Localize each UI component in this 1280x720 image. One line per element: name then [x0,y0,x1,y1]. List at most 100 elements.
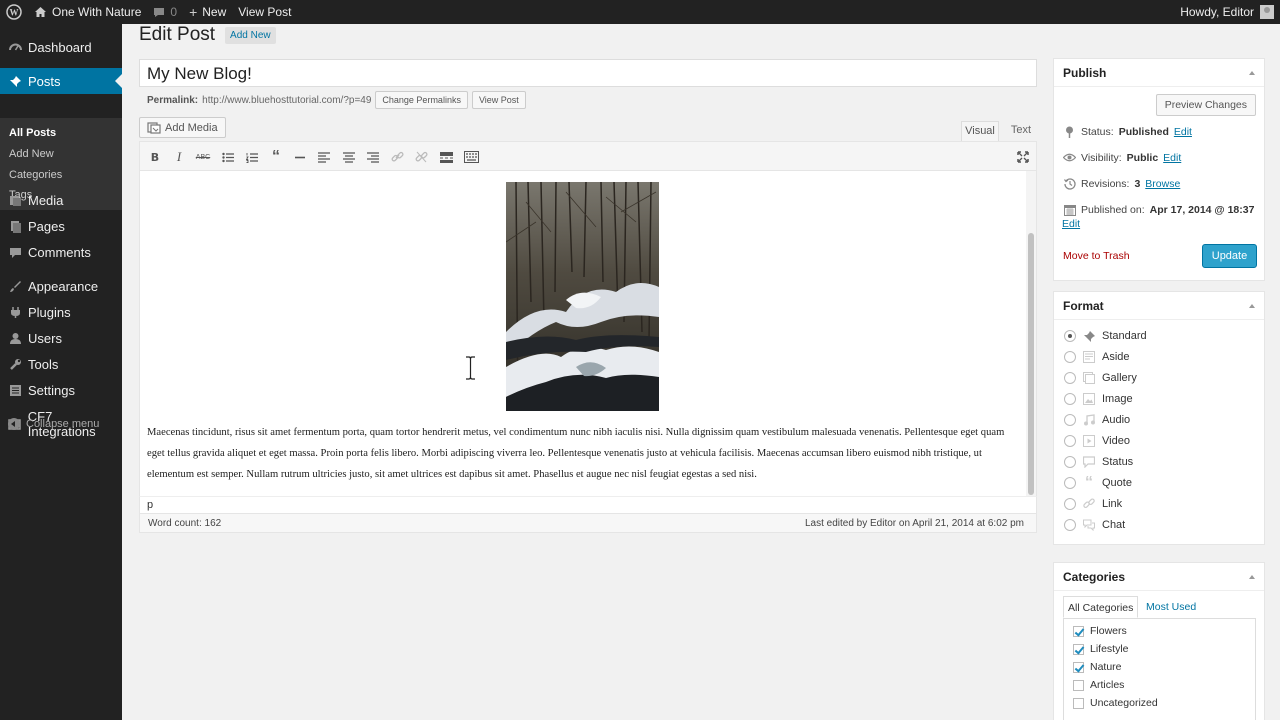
format-radio[interactable] [1064,498,1076,510]
align-right-icon[interactable] [366,150,380,164]
collapse-triangle-icon[interactable] [1249,70,1255,75]
format-box-header[interactable]: Format [1054,292,1264,320]
element-path[interactable]: p [147,499,153,511]
home-icon [35,7,46,17]
numbered-list-icon[interactable] [245,150,259,164]
category-checkbox[interactable] [1073,643,1084,655]
format-radio[interactable] [1064,477,1076,489]
published-on-edit-link[interactable]: Edit [1062,218,1080,230]
align-center-icon[interactable] [342,150,356,164]
move-to-trash-link[interactable]: Move to Trash [1063,250,1130,262]
toolbar-toggle-icon[interactable] [463,150,479,164]
bold-icon[interactable]: B [148,150,162,164]
bullet-list-icon[interactable] [221,150,235,164]
menu-item-dashboard[interactable]: Dashboard [0,34,122,60]
categories-box-header[interactable]: Categories [1054,563,1264,591]
format-radio[interactable] [1064,372,1076,384]
publish-box-header[interactable]: Publish [1054,59,1264,87]
menu-item-comments[interactable]: Comments [0,239,122,265]
menu-item-media[interactable]: Media [0,187,122,213]
category-item-flowers[interactable]: Flowers [1073,625,1127,637]
my-account[interactable]: Howdy, Editor [1180,5,1280,19]
revisions-value: 3 [1134,177,1141,190]
format-option-chat[interactable]: Chat [1064,518,1125,532]
permalink-url[interactable]: http://www.bluehosttutorial.com/?p=49 [202,95,371,106]
add-media-button[interactable]: Add Media [139,117,226,138]
post-body-paragraph[interactable]: Maecenas tincidunt, risus sit amet ferme… [147,422,1023,485]
submenu-add-new[interactable]: Add New [9,148,54,160]
menu-item-plugins[interactable]: Plugins [0,299,122,325]
post-image[interactable] [506,182,659,411]
menu-item-pages[interactable]: Pages [0,213,122,239]
category-item-lifestyle[interactable]: Lifestyle [1073,643,1129,655]
format-option-image[interactable]: Image [1064,392,1133,406]
category-checkbox[interactable] [1073,625,1084,637]
category-checkbox[interactable] [1073,661,1084,673]
add-new-button[interactable]: Add New [225,26,276,44]
format-radio[interactable] [1064,435,1076,447]
menu-label: Tools [28,356,59,372]
format-option-aside[interactable]: Aside [1064,350,1130,364]
category-item-nature[interactable]: Nature [1073,661,1122,673]
menu-item-appearance[interactable]: Appearance [0,273,122,299]
status-edit-link[interactable]: Edit [1174,126,1192,138]
italic-icon[interactable]: I [172,149,186,164]
format-radio[interactable] [1064,519,1076,531]
editor-scrollbar-thumb[interactable] [1028,233,1034,495]
category-label: Flowers [1090,625,1127,637]
tab-visual[interactable]: Visual [961,121,999,141]
view-post-button[interactable]: View Post [471,91,526,109]
align-left-icon[interactable] [317,150,331,164]
format-option-standard[interactable]: Standard [1064,329,1147,343]
collapse-triangle-icon[interactable] [1249,574,1255,579]
change-permalinks-button[interactable]: Change Permalinks [375,91,468,109]
read-more-icon[interactable] [439,150,453,164]
visibility-edit-link[interactable]: Edit [1163,152,1181,164]
format-option-video[interactable]: Video [1064,434,1130,448]
format-radio[interactable] [1064,456,1076,468]
format-option-link[interactable]: Link [1064,497,1122,511]
collapse-menu-button[interactable]: Collapse menu [8,418,99,430]
category-item-uncategorized[interactable]: Uncategorized [1073,697,1158,709]
editor-toolbar: B I ABC “ [139,141,1037,171]
view-post-link[interactable]: View Post [232,0,297,24]
category-checkbox[interactable] [1073,697,1084,709]
preview-changes-button[interactable]: Preview Changes [1155,94,1256,116]
submenu-categories[interactable]: Categories [9,169,62,181]
tab-all-categories[interactable]: All Categories [1063,596,1139,618]
new-content-link[interactable]: + New [183,0,232,24]
format-option-audio[interactable]: Audio [1064,413,1130,427]
collapse-triangle-icon[interactable] [1249,303,1255,308]
calendar-icon [1063,203,1076,216]
update-button[interactable]: Update [1202,244,1257,268]
tab-most-used[interactable]: Most Used [1142,596,1200,618]
horizontal-rule-icon[interactable] [293,150,307,164]
format-radio[interactable] [1064,393,1076,405]
format-radio[interactable] [1064,330,1076,342]
format-radio[interactable] [1064,351,1076,363]
unlink-icon[interactable] [414,150,428,164]
comments-link[interactable]: 0 [147,0,183,24]
category-item-articles[interactable]: Articles [1073,679,1124,691]
menu-item-posts[interactable]: Posts [0,68,122,94]
menu-item-settings[interactable]: Settings [0,377,122,403]
format-option-gallery[interactable]: Gallery [1064,371,1137,385]
format-radio[interactable] [1064,414,1076,426]
post-title-input[interactable]: My New Blog! [139,59,1037,87]
blockquote-icon[interactable]: “ [269,148,283,165]
status-icon [1082,455,1096,469]
tab-text[interactable]: Text [1005,121,1037,141]
format-label: Chat [1102,519,1126,531]
browse-revisions-link[interactable]: Browse [1145,178,1180,190]
link-icon[interactable] [390,150,404,164]
category-checkbox[interactable] [1073,679,1084,691]
submenu-all-posts[interactable]: All Posts [9,127,56,139]
format-option-status[interactable]: Status [1064,455,1133,469]
wordpress-logo-icon[interactable]: W [0,0,28,24]
fullscreen-icon[interactable] [1016,150,1030,164]
menu-item-users[interactable]: Users [0,325,122,351]
site-name-link[interactable]: One With Nature [28,0,147,24]
format-option-quote[interactable]: “ Quote [1064,474,1132,491]
strikethrough-icon[interactable]: ABC [196,150,210,164]
menu-item-tools[interactable]: Tools [0,351,122,377]
